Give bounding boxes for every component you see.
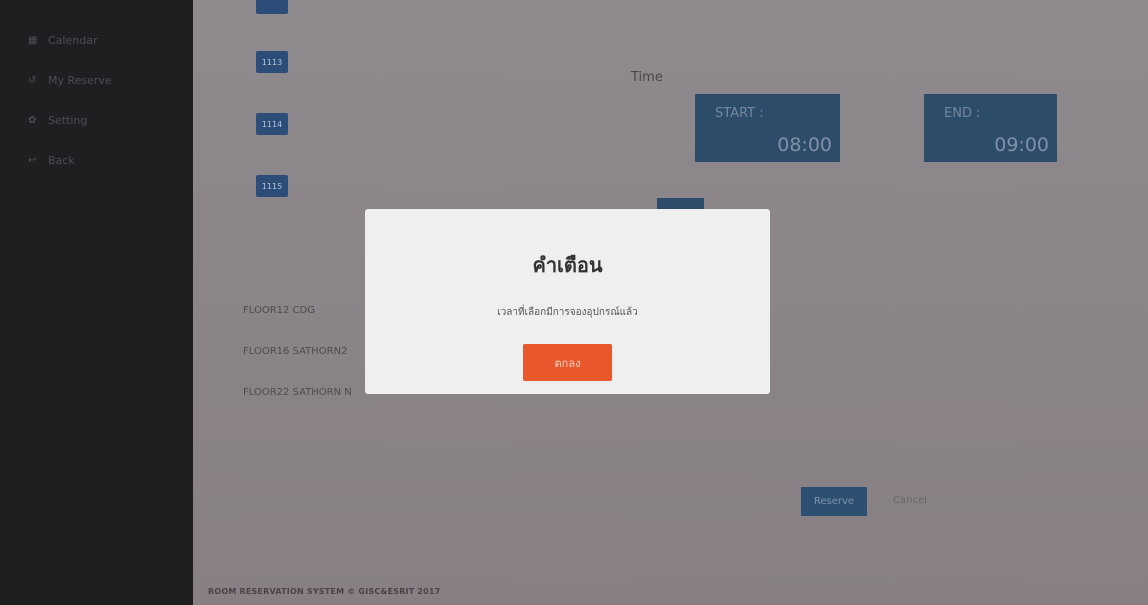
sidebar-item-setting[interactable]: ✿ Setting <box>0 100 193 140</box>
back-icon: ↩ <box>28 154 37 166</box>
sidebar-item-calendar[interactable]: ▦ Calendar <box>0 20 193 60</box>
gear-icon: ✿ <box>28 114 37 126</box>
sidebar-item-label: Back <box>48 153 75 167</box>
end-label: END : <box>944 106 981 121</box>
dialog-title: คำเตือน <box>532 253 603 277</box>
sidebar-item-label: Calendar <box>48 33 98 47</box>
room-button-partial[interactable] <box>256 0 288 14</box>
sidebar-item-my-reserve[interactable]: ↺ My Reserve <box>0 60 193 100</box>
cancel-link[interactable]: Cancel <box>893 495 927 506</box>
room-button-1114[interactable]: 1114 <box>256 113 288 135</box>
start-time-value: 08:00 <box>777 134 832 156</box>
calendar-icon: ▦ <box>28 34 38 46</box>
end-time-value: 09:00 <box>994 134 1049 156</box>
floor-item[interactable]: FLOOR22 SATHORN N <box>243 387 352 398</box>
time-label: Time <box>631 70 663 85</box>
room-button-1113[interactable]: 1113 <box>256 51 288 73</box>
ok-button[interactable]: ตกลง <box>523 344 612 381</box>
end-time-box[interactable]: END : 09:00 <box>924 94 1057 162</box>
history-icon: ↺ <box>28 74 37 86</box>
sidebar-item-back[interactable]: ↩ Back <box>0 140 193 180</box>
floor-item[interactable]: FLOOR12 CDG <box>243 305 315 316</box>
floor-item[interactable]: FLOOR16 SATHORN2 <box>243 346 347 357</box>
reserve-button[interactable]: Reserve <box>801 487 867 516</box>
sidebar-item-label: My Reserve <box>48 73 112 87</box>
dialog-message: เวลาที่เลือกมีการจองอุปกรณ์แล้ว <box>497 307 638 318</box>
room-button-1115[interactable]: 1115 <box>256 175 288 197</box>
sidebar: ▦ Calendar ↺ My Reserve ✿ Setting ↩ Back <box>0 0 193 605</box>
sidebar-item-label: Setting <box>48 113 88 127</box>
warning-dialog: คำเตือน เวลาที่เลือกมีการจองอุปกรณ์แล้ว … <box>365 209 770 394</box>
start-time-box[interactable]: START : 08:00 <box>695 94 840 162</box>
footer-text: ROOM RESERVATION SYSTEM © GISC&ESRIT 201… <box>208 587 441 596</box>
start-label: START : <box>715 106 764 121</box>
